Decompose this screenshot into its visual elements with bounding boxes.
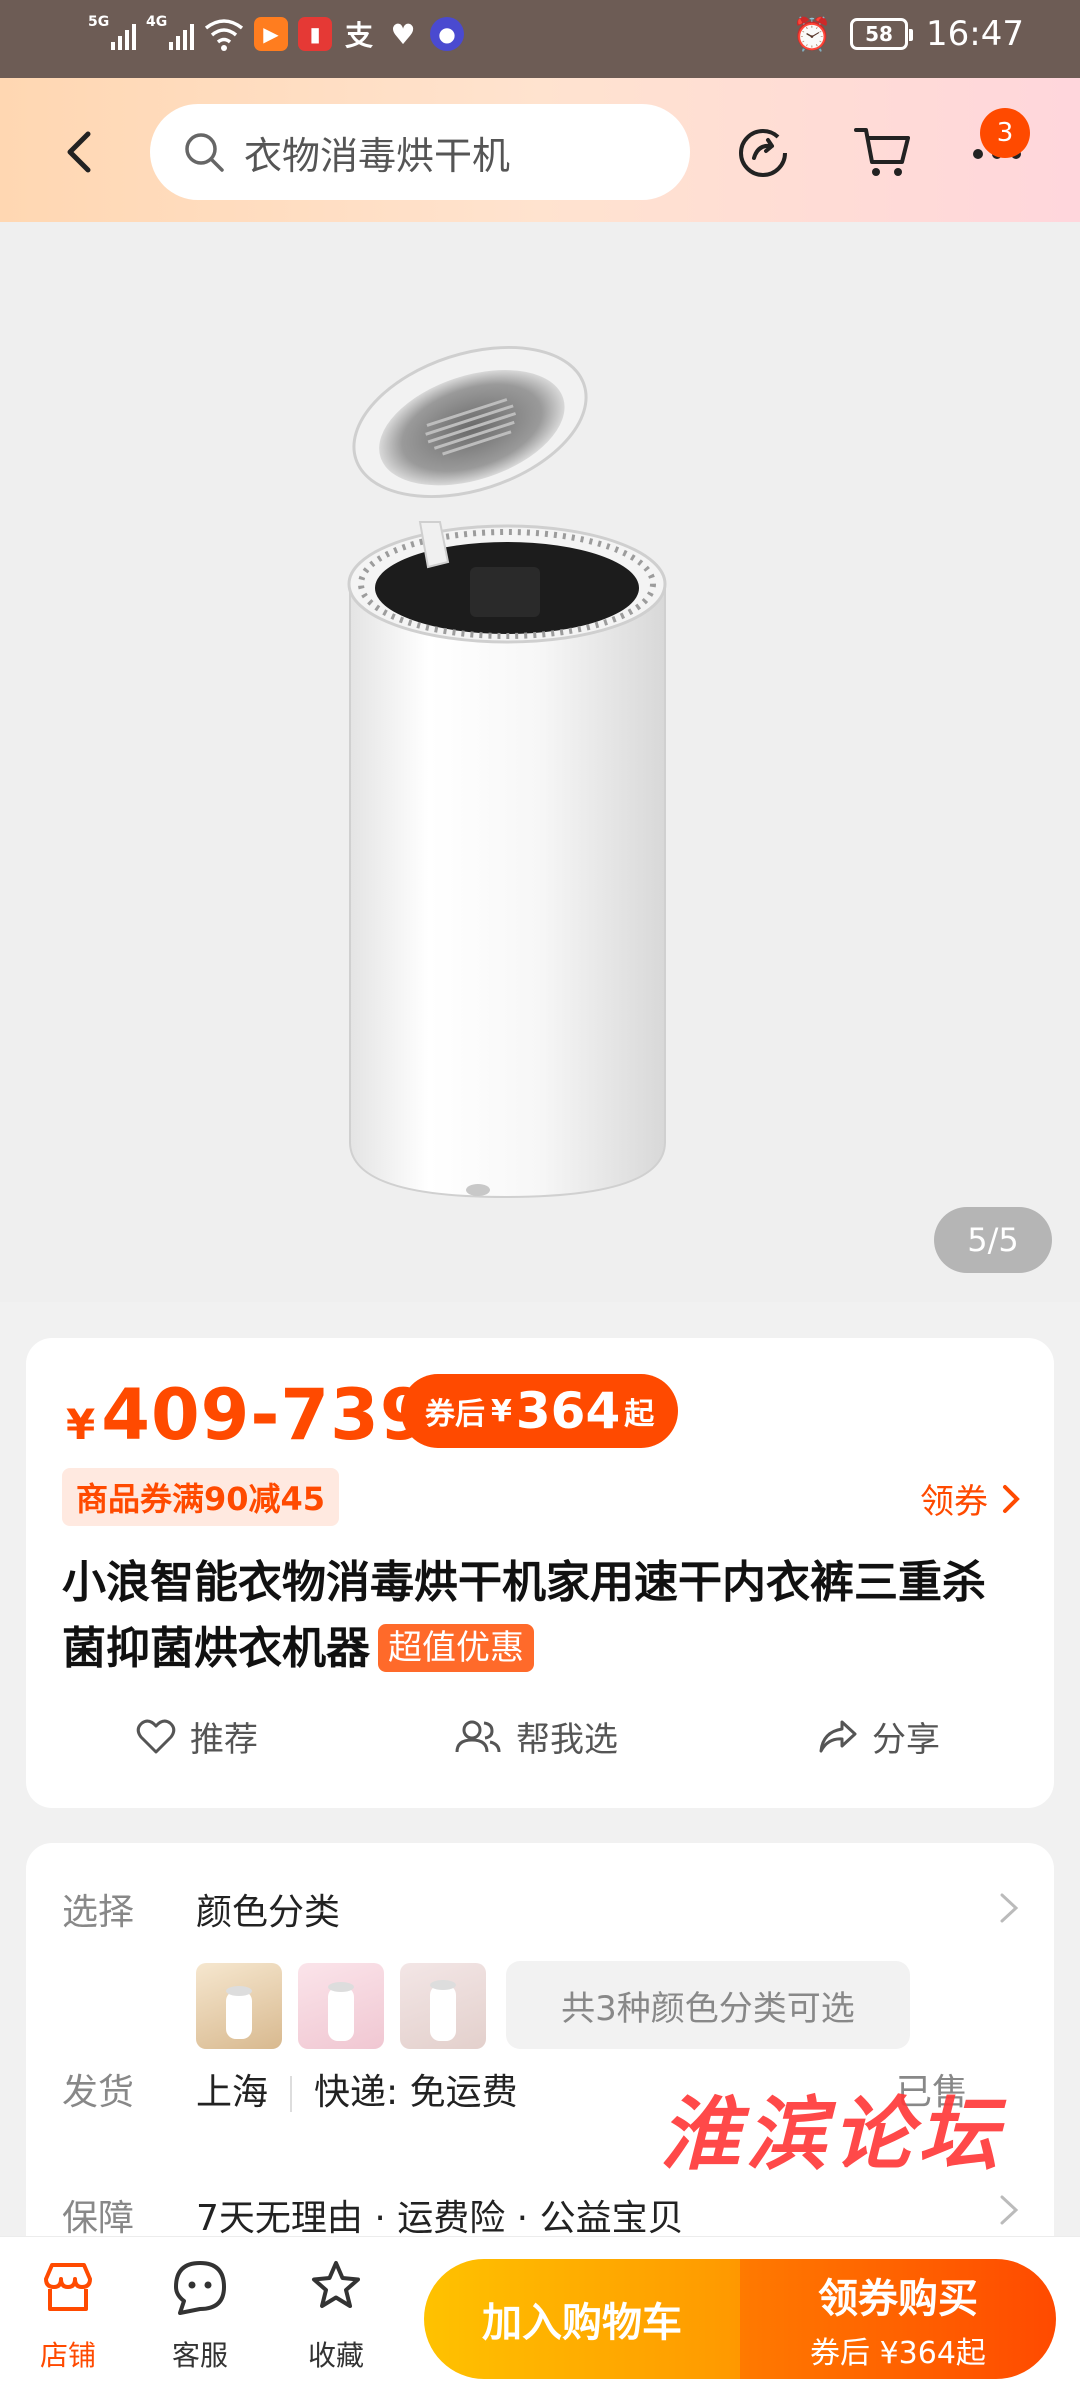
favorite-button[interactable]: 收藏 — [286, 2257, 386, 2374]
top-header: 衣物消毒烘干机 3 — [0, 78, 1080, 222]
store-label: 店铺 — [39, 2339, 96, 2372]
buy-with-coupon-button[interactable]: 领券购买 券后 ¥364起 — [740, 2259, 1056, 2379]
coupon-price-pill: 券后 ¥ 364 起 — [401, 1374, 679, 1448]
price-value: 409-739 — [101, 1374, 430, 1456]
value-deal-tag: 超值优惠 — [378, 1624, 534, 1672]
chevron-right-icon — [1000, 2195, 1019, 2225]
select-label: 选择 — [62, 1892, 135, 1933]
store-button[interactable]: 店铺 — [18, 2257, 118, 2374]
bottom-action-bar: 店铺 客服 收藏 加入购物车 领券购买 券后 ¥364起 — [0, 2236, 1080, 2400]
heart-icon — [136, 1719, 176, 1753]
purchase-buttons: 加入购物车 领券购买 券后 ¥364起 — [424, 2259, 1056, 2379]
buy-title: 领券购买 — [818, 2276, 978, 2322]
favorite-label: 收藏 — [307, 2339, 364, 2372]
price-currency: ¥ — [66, 1400, 96, 1449]
store-icon — [44, 2263, 92, 2311]
guarantee-label: 保障 — [62, 2198, 135, 2239]
color-options-note[interactable]: 共3种颜色分类可选 — [506, 1961, 910, 2049]
product-image — [347, 345, 667, 1199]
browser-app-icon: ● — [430, 17, 464, 51]
alarm-icon: ⏰ — [792, 15, 833, 53]
share-label: 分享 — [872, 1720, 940, 1760]
share-refresh-icon[interactable] — [732, 120, 794, 182]
battery-icon: 58 — [850, 18, 914, 50]
wifi-icon — [204, 19, 244, 51]
status-left: 5G 4G ▶ ▮ 支 ♥ ● — [88, 14, 464, 54]
add-to-cart-button[interactable]: 加入购物车 — [424, 2259, 740, 2379]
service-label: 客服 — [171, 2339, 228, 2372]
chat-bot-icon — [174, 2261, 226, 2315]
people-icon — [455, 1720, 501, 1752]
price-card: ¥ 409-739 券后 ¥ 364 起 商品券满90减45 领券 小浪智能衣物… — [26, 1338, 1054, 1808]
forum-watermark: 淮滨论坛 — [660, 2087, 1004, 2181]
signal-4g-icon: 4G — [146, 14, 194, 54]
clock: 16:47 — [926, 14, 1024, 54]
share-icon — [819, 1720, 857, 1752]
divider — [290, 2076, 293, 2112]
guarantee-value: 7天无理由 · 运费险 · 公益宝贝 — [196, 2198, 684, 2239]
status-bar: 5G 4G ▶ ▮ 支 ♥ ● ⏰ 58 16:47 — [0, 0, 1080, 78]
product-image-gallery[interactable]: 5/5 — [0, 222, 1080, 1302]
cart-icon[interactable] — [852, 120, 914, 182]
get-coupon-link[interactable]: 领券 — [920, 1474, 1020, 1523]
search-query: 衣物消毒烘干机 — [244, 133, 511, 178]
search-icon — [185, 133, 224, 172]
color-thumbnail[interactable] — [196, 1963, 282, 2049]
color-thumbnail[interactable] — [298, 1963, 384, 2049]
signal-5g-icon: 5G — [88, 14, 136, 54]
color-thumbnail[interactable] — [400, 1963, 486, 2049]
back-arrow-icon[interactable] — [56, 122, 104, 182]
shipping-info: 上海 快递: 免运费 — [196, 2063, 518, 2115]
image-pager: 5/5 — [934, 1207, 1052, 1273]
message-count-badge: 3 — [980, 108, 1030, 158]
select-value: 颜色分类 — [196, 1892, 341, 1933]
price-range: ¥ 409-739 — [66, 1374, 430, 1456]
buy-subtitle: 券后 ¥364起 — [810, 2336, 986, 2371]
options-card: 选择 颜色分类 共3种颜色分类可选 发货 上海 快递: 免运费 已售 保障 7天无… — [26, 1843, 1054, 2263]
promo-badge: 商品券满90减45 — [62, 1468, 340, 1526]
coupon-currency: ¥ — [491, 1393, 512, 1429]
ship-method: 快递: 免运费 — [314, 2072, 518, 2113]
get-coupon-label: 领券 — [920, 1482, 988, 1522]
shipping-label: 发货 — [62, 2072, 135, 2113]
product-actions: 推荐 帮我选 分享 — [26, 1712, 1054, 1786]
chevron-right-icon — [1003, 1484, 1020, 1513]
signal-4g-label: 4G — [146, 14, 168, 30]
health-icon: ♥ — [390, 17, 416, 51]
signal-5g-label: 5G — [88, 14, 110, 30]
battery-level: 58 — [865, 22, 893, 46]
ship-from: 上海 — [196, 2072, 269, 2113]
coupon-price: 364 — [515, 1382, 621, 1440]
search-bar[interactable]: 衣物消毒烘干机 — [150, 104, 690, 200]
status-right: ⏰ 58 16:47 — [792, 14, 1024, 54]
chevron-right-icon — [1000, 1893, 1019, 1923]
product-title-block: 小浪智能衣物消毒烘干机家用速干内衣裤三重杀菌抑菌烘衣机器 超值优惠 — [62, 1550, 1022, 1682]
coupon-prefix: 券后 — [425, 1397, 485, 1432]
help-choose-label: 帮我选 — [516, 1720, 618, 1760]
customer-service-button[interactable]: 客服 — [150, 2257, 250, 2374]
video-app-icon: ▶ — [254, 17, 288, 51]
alipay-icon: 支 — [344, 19, 373, 52]
help-choose-button[interactable]: 帮我选 — [454, 1712, 618, 1761]
recommend-label: 推荐 — [190, 1720, 258, 1760]
reader-app-icon: ▮ — [298, 17, 332, 51]
coupon-suffix: 起 — [624, 1397, 655, 1432]
add-to-cart-label: 加入购物车 — [482, 2300, 682, 2346]
share-button[interactable]: 分享 — [818, 1712, 940, 1761]
recommend-button[interactable]: 推荐 — [136, 1712, 258, 1761]
star-icon — [312, 2261, 360, 2308]
